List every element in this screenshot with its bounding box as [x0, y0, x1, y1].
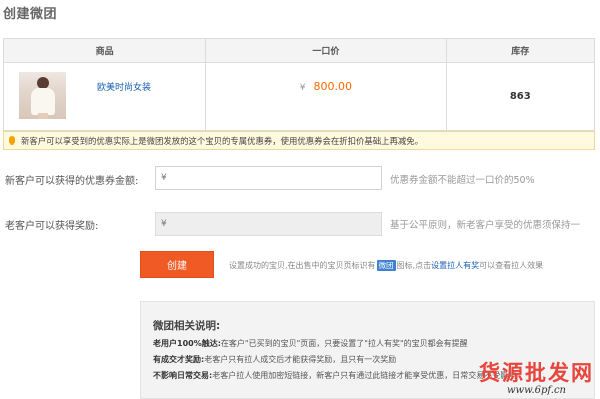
price-cell: ¥800.00: [206, 63, 447, 130]
old-customer-reward-input[interactable]: [155, 212, 382, 236]
header-product: 商品: [4, 39, 207, 62]
set-referral-link[interactable]: 设置拉人有奖: [431, 261, 479, 270]
page-title: 创建微团: [3, 7, 58, 22]
new-customer-coupon-input[interactable]: [155, 166, 382, 190]
currency-symbol: ¥: [299, 83, 306, 93]
info-title: 微团相关说明:: [153, 320, 221, 332]
info-line-heading: 不影响日常交易:: [153, 371, 213, 380]
product-thumbnail[interactable]: [19, 72, 66, 119]
table-row: 欧美时尚女装 ¥800.00 863: [4, 63, 594, 130]
info-line-text: 老客户只有拉人成交后才能获得奖励，且只有一次奖励: [204, 355, 397, 364]
table-header: 商品 一口价 库存: [4, 39, 594, 63]
info-line: 有成交才奖励:老客户只有拉人成交后才能获得奖励，且只有一次奖励: [153, 354, 396, 365]
product-cell: 欧美时尚女装: [4, 63, 207, 130]
notice-bar: 新客户可以享受到的优惠实际上是微团发放的这个宝贝的专属优惠券，使用优惠券会在折扣…: [3, 131, 595, 150]
info-line-heading: 有成交才奖励:: [153, 355, 205, 364]
create-tip: 设置成功的宝贝,在出售中的宝贝页标识有 微团 图标,点击设置拉人有奖可以查看拉人效果: [229, 260, 543, 271]
watermark: 货源批发网 www.6pf.cn: [479, 360, 594, 397]
old-customer-hint: 基于公平原则，新老客户享受的优惠须保持一: [390, 220, 581, 231]
product-price: 800.00: [313, 80, 353, 93]
stock-cell: 863: [447, 63, 595, 130]
new-customer-hint: 优惠券金额不能超过一口价的50%: [390, 175, 535, 186]
info-line-text: 老客户拉人使用加密短链接，新客户只有通过此链接才能享受优惠，日常交易不受影响: [212, 371, 517, 380]
info-line-heading: 老用户100%触达:: [153, 339, 221, 348]
product-table: 商品 一口价 库存 欧美时尚女装 ¥800.00 863: [3, 38, 595, 131]
old-customer-label: 老客户可以获得奖励:: [5, 221, 99, 232]
create-tip-end: 可以查看拉人效果: [479, 261, 544, 270]
bell-icon: [8, 136, 16, 145]
create-button[interactable]: 创建: [140, 251, 214, 278]
info-line: 不影响日常交易:老客户拉人使用加密短链接，新客户只有通过此链接才能享受优惠，日常…: [153, 370, 516, 381]
header-stock: 库存: [511, 47, 530, 57]
product-name-link[interactable]: 欧美时尚女装: [97, 80, 151, 93]
header-price: 一口价: [206, 39, 447, 62]
watermark-url: www.6pf.cn: [507, 385, 566, 396]
info-line-text: 在客户"已买到的宝贝"页面，只要设置了"拉人有奖"的宝贝都会有提醒: [220, 339, 468, 348]
watermark-text: 货源批发网: [479, 360, 594, 385]
new-customer-label: 新客户可以获得的优惠券金额:: [5, 176, 139, 187]
weituan-tag-icon: 微团: [376, 260, 396, 271]
create-tip-text: 设置成功的宝贝,在出售中的宝贝页标识有: [229, 261, 376, 270]
notice-text: 新客户可以享受到的优惠实际上是微团发放的这个宝贝的专属优惠券，使用优惠券会在折扣…: [21, 135, 423, 146]
info-line: 老用户100%触达:在客户"已买到的宝贝"页面，只要设置了"拉人有奖"的宝贝都会…: [153, 338, 468, 349]
stock-value: 863: [509, 91, 531, 102]
create-tip-middle: 图标,点击: [396, 261, 432, 270]
